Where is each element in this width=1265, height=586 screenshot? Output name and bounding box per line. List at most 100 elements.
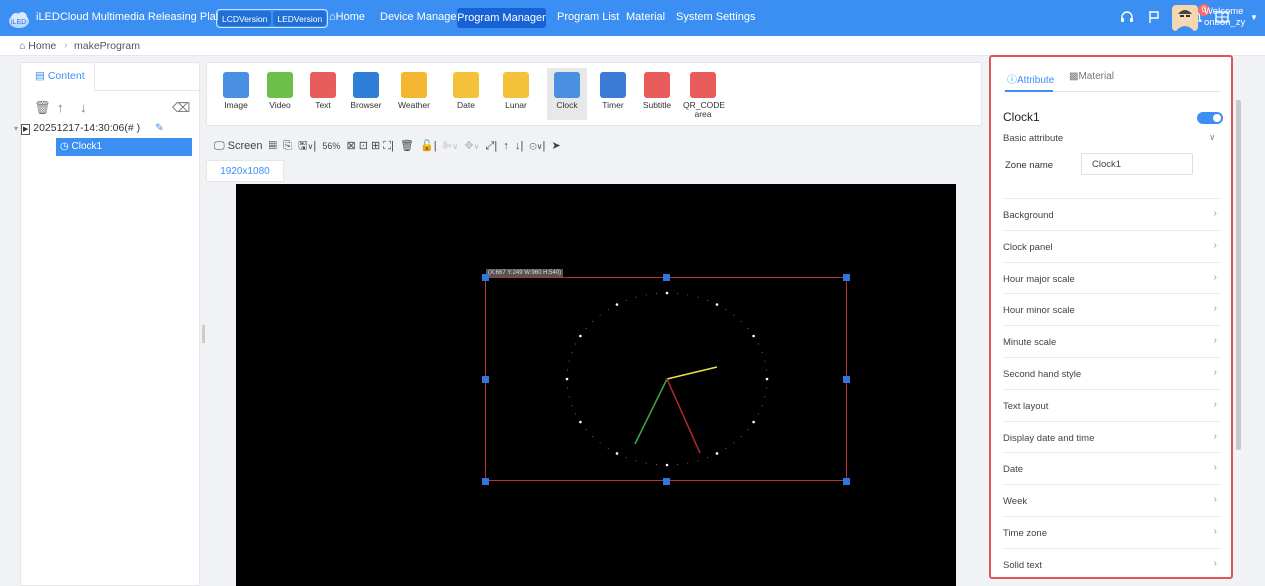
section-week[interactable]: Week › bbox=[1003, 484, 1221, 516]
resize-handle-nw[interactable] bbox=[482, 274, 489, 281]
resize-handle-se[interactable] bbox=[843, 478, 850, 485]
tool-video[interactable]: Video bbox=[260, 72, 300, 110]
panel-resize-handle[interactable] bbox=[202, 325, 205, 343]
zoom-level[interactable]: 56% bbox=[322, 141, 340, 151]
distribute-icon[interactable]: ✥ bbox=[464, 140, 473, 152]
chevron-down-icon[interactable]: ∨ bbox=[537, 142, 543, 151]
version-switch: LCDVersion LEDVersion bbox=[216, 9, 329, 28]
tool-date[interactable]: Date bbox=[446, 72, 486, 110]
section-solid-text[interactable]: Solid text › bbox=[1003, 547, 1221, 580]
lcd-version-button[interactable]: LCDVersion bbox=[218, 11, 272, 26]
chevron-right-icon: › bbox=[1213, 398, 1217, 410]
editor-toolbar: 🖵 Screen ▦ ⎘ 🖫∨| 56% ⊠ ⊡ ⊞ ⛶| 🗑 🔓| ⊫∨ ✥∨… bbox=[214, 140, 561, 152]
arrow-up-icon[interactable]: ↑ bbox=[57, 100, 64, 115]
basic-attribute-header[interactable]: Basic attribute bbox=[1003, 133, 1063, 144]
tool-image[interactable]: Image bbox=[216, 72, 256, 110]
actual-size-icon[interactable]: ⊞ bbox=[371, 140, 380, 152]
clock-zone-selection[interactable] bbox=[485, 277, 847, 481]
lunar-icon bbox=[503, 72, 529, 98]
chevron-right-icon: › bbox=[64, 39, 68, 51]
resize-handle-n[interactable] bbox=[663, 274, 670, 281]
resize-handle-ne[interactable] bbox=[843, 274, 850, 281]
welcome-user[interactable]: Welcome onbon_zy bbox=[1204, 6, 1245, 28]
section-date[interactable]: Date › bbox=[1003, 452, 1221, 484]
attribute-panel: ⓘAttribute ▩Material Clock1 Basic attrib… bbox=[989, 55, 1233, 579]
grid-icon[interactable]: ▦ bbox=[269, 140, 277, 152]
chevron-down-icon[interactable]: ∨ bbox=[307, 142, 313, 151]
section-second-hand-style[interactable]: Second hand style › bbox=[1003, 357, 1221, 389]
info-icon: ⓘ bbox=[1007, 75, 1017, 86]
preview-icon[interactable]: ⊙ bbox=[529, 140, 536, 152]
arrow-down-icon[interactable]: ↓ bbox=[80, 100, 87, 115]
fullscreen-icon[interactable]: ⛶ bbox=[383, 140, 391, 152]
nav-program-list[interactable]: Program List bbox=[557, 11, 619, 23]
resize-handle-sw[interactable] bbox=[482, 478, 489, 485]
scrollbar-thumb[interactable] bbox=[1236, 100, 1241, 450]
section-time-zone[interactable]: Time zone › bbox=[1003, 516, 1221, 548]
section-text-layout[interactable]: Text layout › bbox=[1003, 388, 1221, 421]
clock-icon bbox=[554, 72, 580, 98]
tool-browser[interactable]: Browser bbox=[346, 72, 386, 110]
resize-handle-w[interactable] bbox=[482, 376, 489, 383]
tree-program-node[interactable]: ▾ ▶ 20251217-14:30:06(# ) ✎ bbox=[14, 122, 164, 135]
section-hour-major-scale[interactable]: Hour major scale › bbox=[1003, 261, 1221, 294]
delete-icon[interactable]: 🗑 bbox=[400, 140, 414, 152]
chevron-down-icon[interactable]: ∨ bbox=[1209, 132, 1216, 143]
tool-text[interactable]: Text bbox=[303, 72, 343, 110]
move-up-icon[interactable]: ↑ bbox=[503, 140, 509, 152]
chevron-right-icon: › bbox=[1213, 367, 1217, 378]
section-background[interactable]: Background › bbox=[1003, 198, 1221, 230]
breadcrumb-home[interactable]: ⌂ Home bbox=[19, 40, 56, 52]
nav-device-manager[interactable]: Device Manager bbox=[380, 11, 460, 23]
section-minute-scale[interactable]: Minute scale › bbox=[1003, 325, 1221, 357]
delete-icon[interactable]: 🗑 bbox=[34, 100, 51, 116]
resize-handle-e[interactable] bbox=[843, 376, 850, 383]
screen-button[interactable]: 🖵 Screen bbox=[214, 140, 263, 152]
cloud-logo-icon: iLED bbox=[9, 12, 29, 28]
zone-name-input[interactable]: Clock1 bbox=[1081, 153, 1193, 175]
fill-icon[interactable]: ⊡ bbox=[359, 140, 368, 152]
chevron-down-icon[interactable]: ∨ bbox=[452, 142, 458, 151]
tool-qr-code-area[interactable]: QR_CODE area bbox=[683, 72, 725, 119]
text-icon bbox=[310, 72, 336, 98]
tool-clock[interactable]: Clock bbox=[547, 68, 587, 120]
platform-title: iLEDCloud Multimedia Releasing Platform bbox=[36, 11, 241, 23]
lock-icon[interactable]: 🔓 bbox=[420, 140, 434, 152]
avatar[interactable] bbox=[1172, 5, 1198, 31]
tab-attribute[interactable]: ⓘAttribute bbox=[1007, 71, 1054, 86]
tab-content[interactable]: ▤ Content bbox=[21, 63, 95, 91]
tree-zone-clock1[interactable]: ◷ Clock1 bbox=[56, 138, 192, 156]
tool-subtitle[interactable]: Subtitle bbox=[637, 72, 677, 110]
align-icon[interactable]: ⊫ bbox=[443, 140, 453, 152]
chevron-down-icon[interactable]: ∨ bbox=[474, 142, 480, 151]
clear-icon[interactable]: ⌫ bbox=[172, 100, 190, 116]
zone-enabled-toggle[interactable] bbox=[1197, 112, 1223, 124]
home-icon: ⌂ bbox=[19, 40, 26, 52]
flag-icon[interactable] bbox=[1145, 8, 1163, 26]
add-page-icon[interactable]: ⎘ bbox=[283, 140, 292, 152]
tool-weather[interactable]: Weather bbox=[394, 72, 434, 110]
caret-down-icon[interactable]: ▾ bbox=[14, 124, 18, 133]
nav-system-settings[interactable]: System Settings bbox=[676, 11, 755, 23]
tool-lunar[interactable]: Lunar bbox=[496, 72, 536, 110]
send-icon[interactable]: ➤ bbox=[551, 140, 560, 152]
headset-icon[interactable] bbox=[1118, 8, 1136, 26]
fit-icon[interactable]: ⊠ bbox=[346, 140, 355, 152]
move-down-icon[interactable]: ↓ bbox=[515, 140, 521, 152]
caret-down-icon[interactable]: ▼ bbox=[1250, 13, 1258, 22]
resolution-tab[interactable]: 1920x1080 bbox=[206, 160, 284, 182]
section-hour-minor-scale[interactable]: Hour minor scale › bbox=[1003, 293, 1221, 325]
resize-handle-s[interactable] bbox=[663, 478, 670, 485]
tool-timer[interactable]: Timer bbox=[593, 72, 633, 110]
section-clock-panel[interactable]: Clock panel › bbox=[1003, 229, 1221, 262]
led-version-button[interactable]: LEDVersion bbox=[273, 11, 327, 26]
document-icon: ▤ bbox=[35, 70, 45, 82]
section-display-date-and-time[interactable]: Display date and time › bbox=[1003, 420, 1221, 453]
expand-icon[interactable]: ⤢ bbox=[486, 140, 495, 152]
nav-home[interactable]: ⌂Home bbox=[329, 11, 365, 23]
edit-icon[interactable]: ✎ bbox=[155, 122, 164, 134]
nav-material[interactable]: Material bbox=[626, 11, 665, 23]
tab-material[interactable]: ▩Material bbox=[1069, 71, 1114, 82]
nav-program-manager[interactable]: Program Manager bbox=[457, 8, 546, 28]
top-navigation-bar: iLED iLEDCloud Multimedia Releasing Plat… bbox=[0, 0, 1265, 36]
